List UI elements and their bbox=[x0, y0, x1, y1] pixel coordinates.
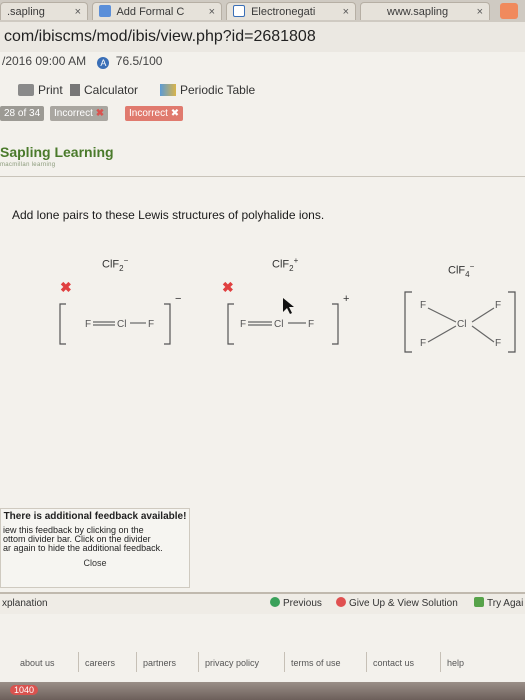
incorrect-x-icon: ✖ bbox=[170, 108, 180, 119]
new-tab-icon[interactable] bbox=[500, 3, 518, 19]
favicon-icon bbox=[99, 5, 111, 17]
feedback-close-button[interactable]: Close bbox=[1, 558, 189, 568]
give-up-icon bbox=[336, 597, 346, 607]
footer-link-help[interactable]: help bbox=[440, 652, 470, 672]
bracket-left bbox=[404, 291, 412, 353]
tab-add-formal[interactable]: Add Formal C × bbox=[92, 2, 222, 20]
explanation-divider-bar[interactable]: xplanation Previous Give Up & View Solut… bbox=[0, 592, 525, 614]
footer-link-about[interactable]: about us bbox=[14, 652, 61, 672]
atom-cl[interactable]: Cl bbox=[274, 319, 283, 330]
give-up-button[interactable]: Give Up & View Solution bbox=[336, 594, 458, 614]
document-icon bbox=[233, 5, 245, 17]
bracket-right bbox=[508, 291, 516, 353]
calculator-label: Calculator bbox=[84, 83, 139, 97]
bracket-right bbox=[332, 303, 339, 345]
previous-arrow-icon bbox=[270, 597, 280, 607]
molecule-clf4-minus[interactable]: F F F F Cl bbox=[420, 300, 501, 349]
address-bar[interactable]: com/ibiscms/mod/ibis/view.php?id=2681808 bbox=[0, 22, 525, 52]
status-badge: Incorrect ✖ bbox=[50, 106, 109, 121]
atom-f[interactable]: F bbox=[495, 338, 501, 349]
question-counter[interactable]: 28 of 34 bbox=[0, 106, 45, 121]
feedback-title: There is additional feedback available! bbox=[3, 511, 187, 522]
atom-f[interactable]: F bbox=[495, 300, 501, 311]
sapling-logo: Sapling Learning bbox=[0, 144, 114, 160]
incorrect-mark-icon: ✖ bbox=[60, 279, 72, 295]
score-value: 76.5/100 bbox=[115, 54, 163, 68]
tab-close-icon[interactable]: × bbox=[209, 3, 215, 20]
periodic-table-label: Periodic Table bbox=[180, 83, 256, 97]
question-nav: 28 of 34 Incorrect ✖ Incorrect ✖ bbox=[0, 104, 525, 122]
bracket-right bbox=[164, 303, 171, 345]
atom-f[interactable]: F bbox=[308, 319, 314, 330]
os-dock: 1040 bbox=[0, 682, 525, 700]
atom-f[interactable]: F bbox=[85, 319, 91, 330]
status-label: Incorrect bbox=[129, 108, 168, 119]
question-text: Add lone pairs to these Lewis structures… bbox=[12, 208, 325, 222]
atom-cl[interactable]: Cl bbox=[117, 319, 126, 330]
tool-bar: Print Calculator Periodic Table bbox=[0, 80, 525, 100]
bracket-left bbox=[227, 303, 234, 345]
tab-label: www.sapling bbox=[387, 6, 449, 18]
footer-link-privacy[interactable]: privacy policy bbox=[198, 652, 265, 672]
assignment-info: /2016 09:00 AM A 76.5/100 bbox=[0, 52, 525, 70]
ion-charge: − bbox=[175, 293, 181, 305]
footer-link-terms[interactable]: terms of use bbox=[284, 652, 347, 672]
atom-f[interactable]: F bbox=[148, 319, 154, 330]
browser-tab-bar: .sapling × Add Formal C × Electronegati … bbox=[0, 0, 525, 23]
calculator-icon bbox=[70, 84, 80, 96]
feedback-text: ar again to hide the additional feedback… bbox=[3, 543, 163, 553]
pencil-icon bbox=[474, 597, 484, 607]
tab-www-sapling[interactable]: www.sapling × bbox=[360, 2, 490, 20]
explanation-label[interactable]: xplanation bbox=[2, 594, 48, 614]
molecule-clf2-minus[interactable]: F Cl F bbox=[85, 319, 154, 330]
lewis-structures[interactable]: ✖ − F Cl F ✖ + F Cl F F F F F Cl bbox=[0, 272, 525, 382]
dock-badge: 1040 bbox=[10, 685, 39, 695]
tab-close-icon[interactable]: × bbox=[343, 3, 349, 20]
atom-f[interactable]: F bbox=[240, 319, 246, 330]
footer-link-careers[interactable]: careers bbox=[78, 652, 121, 672]
tab-label: Electronegati bbox=[251, 6, 316, 18]
status-label: Incorrect bbox=[54, 108, 93, 119]
ion-charge: + bbox=[343, 293, 349, 305]
tab-label: .sapling bbox=[7, 6, 45, 18]
incorrect-mark-icon: ✖ bbox=[222, 279, 234, 295]
mouse-cursor-icon bbox=[283, 298, 294, 314]
feedback-panel: There is additional feedback available! … bbox=[0, 508, 190, 588]
formula-clf2-minus: ClF2− bbox=[102, 256, 129, 273]
calculator-button[interactable]: Calculator bbox=[70, 80, 138, 100]
printer-icon bbox=[18, 84, 34, 96]
incorrect-x-icon: ✖ bbox=[95, 108, 105, 119]
tab-label: Add Formal C bbox=[116, 6, 185, 18]
footer-link-contact[interactable]: contact us bbox=[366, 652, 420, 672]
divider bbox=[0, 176, 525, 177]
bracket-left bbox=[59, 303, 66, 345]
tab-sapling[interactable]: .sapling × bbox=[0, 2, 88, 20]
due-date: /2016 09:00 AM bbox=[2, 54, 87, 68]
previous-button[interactable]: Previous bbox=[270, 594, 322, 614]
tab-close-icon[interactable]: × bbox=[75, 3, 81, 20]
tab-close-icon[interactable]: × bbox=[477, 3, 483, 20]
formula-clf2-plus: ClF2+ bbox=[272, 256, 299, 273]
periodic-table-button[interactable]: Periodic Table bbox=[160, 80, 255, 100]
periodic-table-icon bbox=[160, 84, 176, 96]
site-footer: about us careers partners privacy policy… bbox=[0, 650, 525, 680]
brand-subtitle: macmillan learning bbox=[0, 162, 56, 168]
tab-electronegativity[interactable]: Electronegati × bbox=[226, 2, 356, 20]
atom-f[interactable]: F bbox=[420, 338, 426, 349]
status-badge: Incorrect ✖ bbox=[125, 106, 184, 121]
atom-cl[interactable]: Cl bbox=[457, 319, 466, 330]
print-label: Print bbox=[38, 83, 63, 97]
page-content: /2016 09:00 AM A 76.5/100 Print Calculat… bbox=[0, 52, 525, 700]
print-button[interactable]: Print bbox=[18, 80, 63, 100]
url-text: com/ibiscms/mod/ibis/view.php?id=2681808 bbox=[4, 28, 316, 45]
footer-link-partners[interactable]: partners bbox=[136, 652, 182, 672]
try-again-button[interactable]: Try Agai bbox=[474, 594, 523, 614]
atom-f[interactable]: F bbox=[420, 300, 426, 311]
score-badge-icon: A bbox=[97, 57, 110, 69]
molecule-clf2-plus[interactable]: F Cl F bbox=[240, 319, 314, 330]
